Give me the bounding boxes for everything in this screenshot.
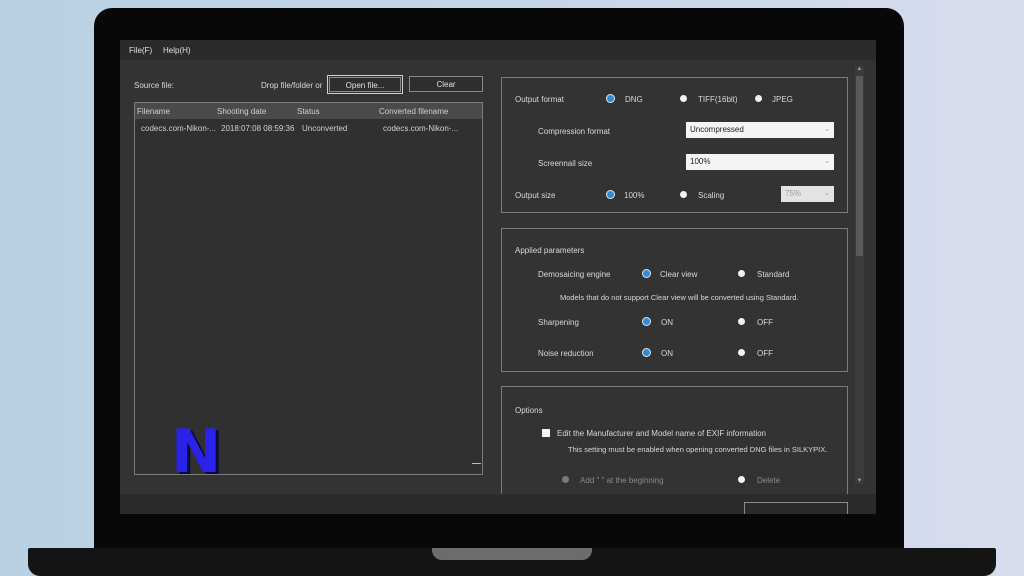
sharpening-off-label: OFF (757, 318, 773, 327)
screennail-select[interactable]: 100% ⌄ (686, 154, 834, 170)
format-dng-radio[interactable] (607, 95, 614, 102)
menu-file[interactable]: File(F) (129, 46, 152, 55)
format-jpeg-label: JPEG (772, 95, 793, 104)
format-tiff-label: TIFF(16bit) (698, 95, 738, 104)
laptop-notch (432, 548, 592, 560)
exif-checkbox[interactable] (542, 429, 550, 437)
size-100-radio[interactable] (607, 191, 614, 198)
add-option-radio[interactable] (562, 476, 569, 483)
demosaic-note: Models that do not support Clear view wi… (560, 293, 799, 302)
delete-option-label: Delete (757, 476, 781, 485)
parameters-panel: Applied parameters Demosaicing engine Cl… (501, 228, 848, 372)
convert-button[interactable] (744, 502, 848, 514)
scrollbar-thumb[interactable] (856, 76, 863, 256)
bottom-bar (120, 494, 876, 514)
column-converted-filename[interactable]: Converted filename (379, 107, 448, 116)
chevron-down-icon: ⌄ (824, 126, 830, 133)
logo: N (171, 417, 222, 487)
chevron-down-icon: ⌄ (824, 158, 830, 165)
sharpening-label: Sharpening (538, 318, 579, 327)
output-panel: Output format DNG TIFF(16bit) JPEG Compr… (501, 77, 848, 213)
delete-option-radio[interactable] (738, 476, 745, 483)
size-scaling-radio[interactable] (680, 191, 687, 198)
app-window: File(F) Help(H) Source file: Drop file/f… (120, 40, 876, 514)
sharpening-off-radio[interactable] (738, 318, 745, 325)
parameters-title: Applied parameters (515, 246, 585, 255)
column-filename[interactable]: Filename (137, 107, 170, 116)
clear-button[interactable]: Clear (409, 76, 483, 92)
column-shooting-date[interactable]: Shooting date (217, 107, 266, 116)
menu-help[interactable]: Help(H) (163, 46, 191, 55)
open-file-button[interactable]: Open file... (327, 75, 403, 94)
drop-hint: Drop file/folder or (261, 81, 323, 90)
demosaic-standard-radio[interactable] (738, 270, 745, 277)
compression-label: Compression format (538, 127, 611, 136)
scroll-down-icon[interactable]: ▼ (855, 478, 864, 484)
sharpening-on-label: ON (661, 318, 673, 327)
screennail-label: Screennail size (538, 159, 593, 168)
scroll-up-icon[interactable]: ▲ (855, 66, 864, 72)
noise-off-label: OFF (757, 349, 773, 358)
size-scaling-label: Scaling (698, 191, 725, 200)
format-jpeg-radio[interactable] (755, 95, 762, 102)
demosaic-label: Demosaicing engine (538, 270, 611, 279)
settings-scrollbar[interactable]: ▲ ▼ (855, 66, 864, 484)
chevron-down-icon: ⌄ (824, 190, 830, 197)
screennail-value: 100% (690, 157, 711, 166)
row-converted-filename: codecs.com-Nikon-... (383, 124, 459, 133)
noise-on-label: ON (661, 349, 673, 358)
exif-checkbox-label: Edit the Manufacturer and Model name of … (557, 429, 766, 438)
scaling-select[interactable]: 75% ⌄ (781, 186, 834, 202)
options-title: Options (515, 406, 543, 415)
add-option-label: Add " " at the beginning (580, 476, 664, 485)
row-filename: codecs.com-Nikon-... (141, 124, 217, 133)
row-status: Unconverted (302, 124, 348, 133)
scaling-value: 75% (785, 189, 802, 198)
format-dng-label: DNG (625, 95, 643, 104)
noise-on-radio[interactable] (643, 349, 650, 356)
noise-off-radio[interactable] (738, 349, 745, 356)
file-list-header: Filename Shooting date Status Converted … (135, 103, 482, 119)
compression-select[interactable]: Uncompressed ⌄ (686, 122, 834, 138)
exif-note: This setting must be enabled when openin… (568, 445, 828, 454)
demosaic-clearview-radio[interactable] (643, 270, 650, 277)
menu-bar: File(F) Help(H) (120, 40, 876, 60)
demosaic-clearview-label: Clear view (660, 270, 698, 279)
column-status[interactable]: Status (297, 107, 320, 116)
size-100-label: 100% (624, 191, 645, 200)
sharpening-on-radio[interactable] (643, 318, 650, 325)
compression-value: Uncompressed (690, 125, 744, 134)
noise-label: Noise reduction (538, 349, 594, 358)
format-tiff-radio[interactable] (680, 95, 687, 102)
resize-grip-icon[interactable] (472, 463, 481, 464)
options-panel: Options Edit the Manufacturer and Model … (501, 386, 848, 506)
row-shooting-date: 2018:07:08 08:59:36 (221, 124, 295, 133)
output-format-label: Output format (515, 95, 564, 104)
demosaic-standard-label: Standard (757, 270, 790, 279)
output-size-label: Output size (515, 191, 556, 200)
source-file-label: Source file: (134, 81, 175, 90)
